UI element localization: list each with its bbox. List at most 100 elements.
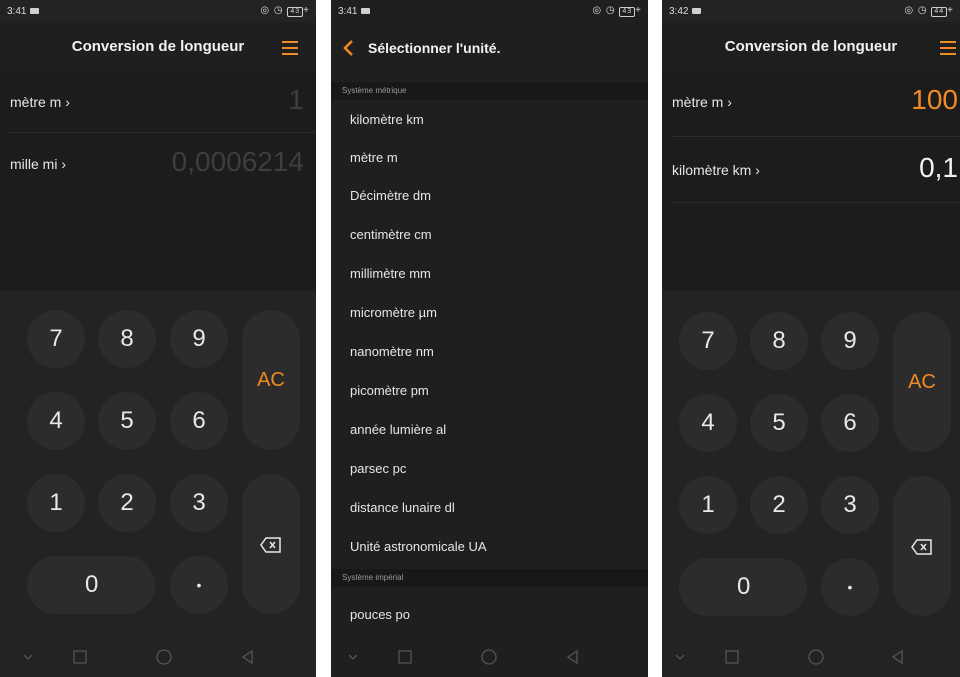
- keypad: 7 8 9 AC 4 5 6 1 2 3 0 •: [0, 290, 316, 677]
- nav-back-icon[interactable]: [565, 649, 581, 665]
- from-unit-selector[interactable]: mètre m ›: [672, 94, 732, 110]
- nav-home-icon[interactable]: [481, 649, 497, 665]
- nav-home-icon[interactable]: [808, 649, 824, 665]
- key-6[interactable]: 6: [170, 392, 228, 450]
- nav-back-icon[interactable]: [240, 649, 256, 665]
- status-bar: 3:41 ◎ ◷ 43 +: [0, 0, 316, 22]
- status-time: 3:42: [669, 6, 689, 17]
- decimal-key[interactable]: •: [170, 556, 228, 614]
- decimal-key[interactable]: •: [821, 558, 879, 616]
- nav-down-icon[interactable]: [345, 649, 361, 665]
- unit-option[interactable]: picomètre pm: [331, 372, 648, 410]
- to-row[interactable]: mille mi › 0,0006214: [0, 134, 316, 194]
- key-1[interactable]: 1: [679, 476, 737, 534]
- battery-icon: 43: [287, 7, 304, 17]
- nav-home-icon[interactable]: [156, 649, 172, 665]
- battery-icon: 44: [931, 7, 948, 17]
- notification-icon: [692, 8, 701, 14]
- key-0[interactable]: 0: [679, 558, 807, 616]
- from-value: 100: [911, 84, 958, 115]
- system-nav-bar: [0, 637, 316, 677]
- key-2[interactable]: 2: [98, 474, 156, 532]
- key-9[interactable]: 9: [821, 312, 879, 370]
- backspace-button[interactable]: [242, 474, 300, 614]
- nav-down-icon[interactable]: [20, 649, 36, 665]
- page-title: Conversion de longueur: [724, 38, 898, 55]
- system-nav-bar: [662, 637, 960, 677]
- to-unit-selector[interactable]: mille mi ›: [10, 156, 66, 172]
- key-7[interactable]: 7: [679, 312, 737, 370]
- battery-icon: 43: [619, 7, 636, 17]
- status-time: 3:41: [7, 6, 27, 17]
- to-value: 0,0006214: [171, 146, 304, 177]
- section-header-imperial: Système impérial: [331, 569, 648, 587]
- nav-recents-icon[interactable]: [724, 649, 740, 665]
- unit-option[interactable]: centimètre cm: [331, 216, 648, 254]
- key-7[interactable]: 7: [27, 310, 85, 368]
- to-value: 0,1: [919, 152, 958, 183]
- key-9[interactable]: 9: [170, 310, 228, 368]
- key-3[interactable]: 3: [821, 476, 879, 534]
- backspace-icon: [911, 538, 932, 555]
- backspace-button[interactable]: [893, 476, 951, 616]
- unit-option[interactable]: distance lunaire dl: [331, 489, 648, 527]
- converter-screen-1: 3:41 ◎ ◷ 43 + Conversion de longueur mètr…: [0, 0, 316, 677]
- status-bar: 3:42 ◎ ◷ 44 +: [662, 0, 960, 22]
- page-title: Sélectionner l'unité.: [368, 40, 501, 56]
- status-time: 3:41: [338, 6, 358, 17]
- notification-icon: [30, 8, 39, 14]
- nav-down-icon[interactable]: [672, 649, 688, 665]
- key-4[interactable]: 4: [679, 394, 737, 452]
- app-header: Conversion de longueur: [662, 22, 960, 72]
- unit-option[interactable]: kilomètre km: [331, 101, 648, 139]
- key-2[interactable]: 2: [750, 476, 808, 534]
- conversion-display: mètre m › 100 kilomètre km › 0,1: [662, 72, 960, 290]
- from-unit-selector[interactable]: mètre m ›: [10, 94, 70, 110]
- status-icons: ◎ ◷ 44 +: [904, 5, 954, 17]
- menu-icon[interactable]: [940, 41, 956, 55]
- conversion-display: mètre m › 1 mille mi › 0,0006214: [0, 72, 316, 290]
- nav-back-icon[interactable]: [890, 649, 906, 665]
- from-row[interactable]: mètre m › 1: [0, 72, 316, 132]
- unit-option[interactable]: micromètre µm: [331, 294, 648, 332]
- backspace-icon: [260, 536, 281, 553]
- status-icons: ◎ ◷ 43 +: [260, 5, 310, 17]
- unit-option[interactable]: année lumière al: [331, 411, 648, 449]
- clear-button[interactable]: AC: [893, 312, 951, 452]
- unit-picker-screen: 3:41 ◎ ◷ 43 + Sélectionner l'unité. Systè…: [331, 0, 648, 677]
- to-row[interactable]: kilomètre km › 0,1: [662, 140, 960, 200]
- status-icons: ◎ ◷ 43 +: [592, 5, 642, 17]
- key-3[interactable]: 3: [170, 474, 228, 532]
- from-row[interactable]: mètre m › 100: [662, 72, 960, 132]
- unit-option[interactable]: mètre m: [331, 139, 648, 177]
- key-8[interactable]: 8: [98, 310, 156, 368]
- menu-icon[interactable]: [282, 41, 298, 55]
- back-chevron-icon[interactable]: [341, 38, 355, 58]
- unit-option[interactable]: nanomètre nm: [331, 333, 648, 371]
- unit-option[interactable]: Décimètre dm: [331, 177, 648, 215]
- clear-button[interactable]: AC: [242, 310, 300, 450]
- to-unit-selector[interactable]: kilomètre km ›: [672, 162, 760, 178]
- unit-option[interactable]: pouces po: [331, 596, 648, 634]
- page-title: Conversion de longueur: [71, 38, 245, 55]
- system-nav-bar: [331, 637, 648, 677]
- nav-recents-icon[interactable]: [72, 649, 88, 665]
- key-6[interactable]: 6: [821, 394, 879, 452]
- from-value: 1: [288, 84, 304, 115]
- key-1[interactable]: 1: [27, 474, 85, 532]
- key-4[interactable]: 4: [27, 392, 85, 450]
- key-5[interactable]: 5: [750, 394, 808, 452]
- unit-option[interactable]: millimètre mm: [331, 255, 648, 293]
- notification-icon: [361, 8, 370, 14]
- picker-header: Sélectionner l'unité.: [331, 22, 648, 74]
- converter-screen-2: 3:42 ◎ ◷ 44 + Conversion de longueur mètr…: [662, 0, 960, 677]
- unit-option[interactable]: Unité astronomicale UA: [331, 528, 648, 566]
- divider: [672, 202, 960, 203]
- divider: [10, 132, 316, 133]
- key-0[interactable]: 0: [27, 556, 155, 614]
- unit-option[interactable]: parsec pc: [331, 450, 648, 488]
- key-5[interactable]: 5: [98, 392, 156, 450]
- key-8[interactable]: 8: [750, 312, 808, 370]
- nav-recents-icon[interactable]: [397, 649, 413, 665]
- status-bar: 3:41 ◎ ◷ 43 +: [331, 0, 648, 22]
